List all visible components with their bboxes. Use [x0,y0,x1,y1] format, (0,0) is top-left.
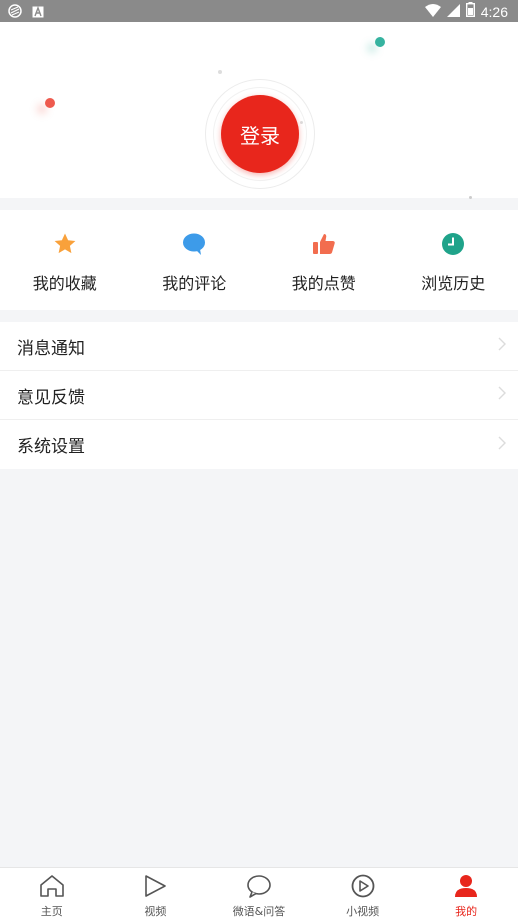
decor-dot-red [45,98,55,108]
settings-menu: 消息通知 意见反馈 系统设置 [0,322,518,469]
sim-icon [8,3,22,22]
quick-item-history[interactable]: 浏览历史 [389,210,518,310]
bottom-nav: 主页 视频 微语&问答 小视频 我的 [0,867,518,920]
orbit-dot-tiny [300,121,303,124]
clock-icon [441,232,465,260]
login-button-label: 登录 [240,123,280,148]
status-time: 4:26 [480,3,508,20]
wifi-icon [424,2,441,21]
quick-item-comments[interactable]: 我的评论 [130,210,260,310]
quick-item-likes[interactable]: 我的点赞 [259,210,389,310]
quick-item-favorites[interactable]: 我的收藏 [0,210,130,310]
quick-item-label: 浏览历史 [421,274,486,293]
orbit-dot-small [218,70,222,74]
menu-item-settings[interactable]: 系统设置 [0,420,518,469]
user-icon [453,874,479,902]
thumbs-up-icon [312,232,336,260]
quick-item-label: 我的评论 [162,274,227,293]
nav-item-home[interactable]: 主页 [0,868,104,920]
chat-bubble-icon [246,874,272,902]
quick-item-label: 我的收藏 [32,274,97,293]
nav-label: 主页 [40,905,63,918]
decor-dot-teal [375,37,385,47]
notification-a-icon [32,3,44,22]
quick-item-label: 我的点赞 [291,274,356,293]
decor-dot-grey [469,196,472,199]
nav-label: 我的 [455,905,478,918]
play-icon [142,874,168,902]
nav-item-video[interactable]: 视频 [104,868,208,920]
status-bar: 4:26 [0,0,518,22]
menu-item-feedback[interactable]: 意见反馈 [0,371,518,420]
menu-item-label: 消息通知 [17,338,85,359]
nav-label: 微语&问答 [232,905,286,918]
nav-label: 小视频 [346,905,380,918]
comment-icon [182,232,206,260]
menu-item-notifications[interactable]: 消息通知 [0,322,518,371]
star-icon [53,232,77,260]
signal-icon [446,2,460,21]
nav-item-mine[interactable]: 我的 [414,868,518,920]
battery-icon [465,2,475,21]
profile-header: 登录 [0,22,518,199]
chevron-right-icon [498,436,506,454]
quick-actions: 我的收藏 我的评论 我的点赞 浏览历史 [0,210,518,310]
nav-item-short-video[interactable]: 小视频 [311,868,415,920]
login-button[interactable]: 登录 [221,95,299,173]
nav-label: 视频 [144,905,167,918]
menu-item-label: 意见反馈 [17,387,85,408]
chevron-right-icon [498,386,506,404]
home-icon [39,874,65,902]
nav-item-qa[interactable]: 微语&问答 [207,868,311,920]
menu-item-label: 系统设置 [17,437,85,457]
chevron-right-icon [498,337,506,355]
circle-play-icon [350,874,376,902]
